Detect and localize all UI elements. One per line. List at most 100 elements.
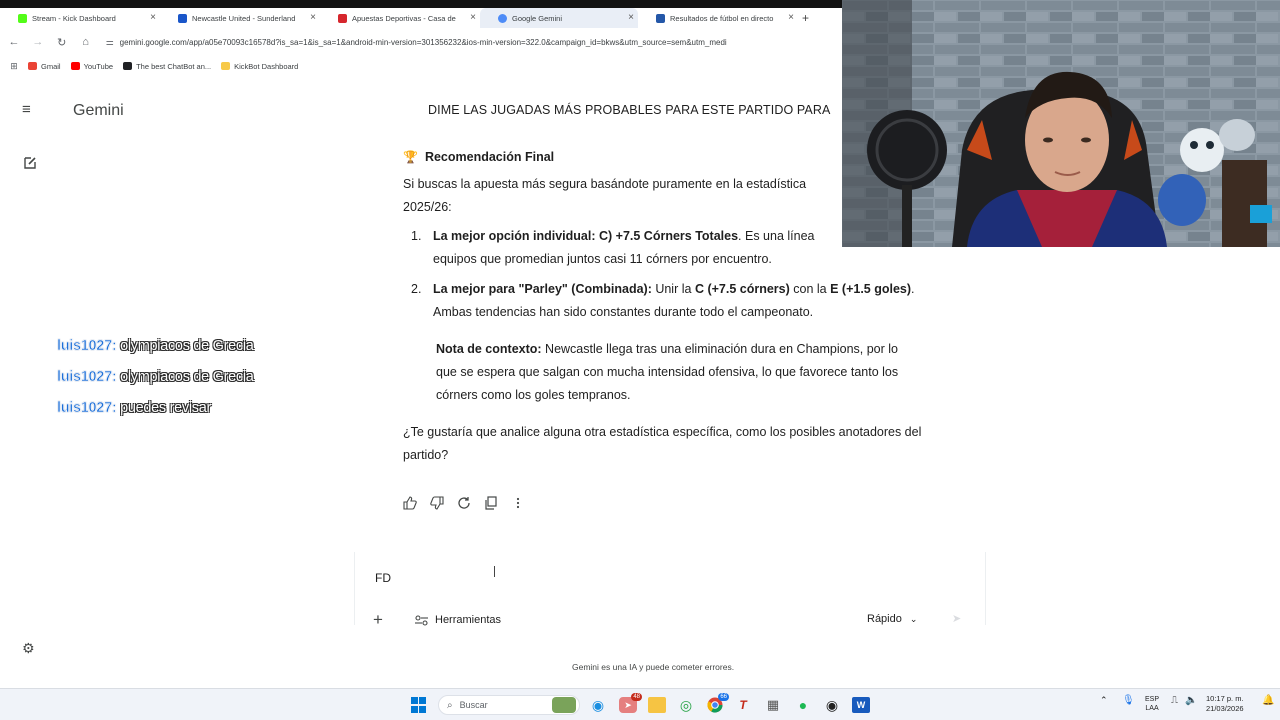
item-bold-text: La mejor para "Parley" (Combinada): [433, 282, 652, 296]
settings-gear-icon[interactable]: ⚙ [22, 640, 38, 656]
tab-apuestas[interactable]: Apuestas Deportivas - Casa de × [320, 8, 480, 28]
tab-title: Resultados de fútbol en directo [670, 13, 774, 23]
close-icon[interactable]: × [788, 12, 794, 23]
address-bar-row: ← → ↻ ⌂ ⚌ gemini.google.com/app/a05e7009… [0, 28, 842, 56]
gemini-icon [498, 14, 507, 23]
tab-resultados[interactable]: Resultados de fútbol en directo × [638, 8, 798, 28]
item-bold-text: E (+1.5 goles) [830, 282, 912, 296]
language-code: ESP [1145, 696, 1160, 703]
close-icon[interactable]: × [310, 12, 316, 23]
spotify-icon[interactable]: ● [794, 697, 812, 713]
stream-chat-overlay: luis1027: olympiacos de Grecia luis1027:… [57, 337, 254, 430]
tab-gemini[interactable]: Google Gemini × [480, 8, 638, 28]
gmail-icon [28, 62, 37, 70]
regenerate-icon[interactable] [450, 494, 477, 512]
reload-icon[interactable]: ↻ [50, 36, 74, 49]
chevron-down-icon: ⌄ [909, 613, 918, 624]
forward-icon[interactable]: → [26, 36, 50, 48]
closing-question: ¿Te gustaría que analice alguna otra est… [403, 421, 978, 467]
betting-site-icon [338, 14, 347, 23]
list-item: 2. La mejor para "Parley" (Combinada): U… [403, 278, 978, 324]
calculator-icon[interactable]: ▦ [764, 697, 782, 713]
edge-browser-icon[interactable]: ◉ [589, 697, 607, 713]
thumbs-up-icon[interactable] [396, 494, 423, 512]
chat-username: luis1027: [57, 338, 117, 355]
close-icon[interactable]: × [628, 12, 634, 23]
keyboard-layout: LAA [1145, 705, 1159, 712]
apps-grid-icon[interactable]: ⊞ [0, 61, 28, 72]
youtube-icon [70, 62, 80, 70]
language-indicator[interactable]: ESP LAA [1145, 695, 1159, 713]
webcam-feed [842, 0, 1280, 247]
volume-icon[interactable]: 🔈 [1185, 695, 1197, 706]
hamburger-menu-icon[interactable]: ≡ [22, 102, 38, 118]
send-icon[interactable]: ➤ [952, 612, 961, 625]
url-field[interactable]: ⚌ gemini.google.com/app/a05e70093c16578d… [106, 37, 842, 48]
bookmark-gmail[interactable]: Gmail [28, 62, 61, 71]
close-icon[interactable]: × [470, 12, 476, 23]
whatsapp-icon[interactable]: ◎ [677, 697, 695, 713]
clock-date: 21/03/2026 [1206, 704, 1244, 713]
messaging-app-icon[interactable]: ➤ 48 [619, 693, 642, 713]
response-actions [396, 494, 531, 512]
chatbot-icon [123, 62, 133, 70]
url-text: gemini.google.com/app/a05e70093c16578d?i… [119, 37, 727, 47]
new-tab-button[interactable]: + [798, 11, 809, 25]
add-attachment-button[interactable]: + [373, 611, 383, 628]
home-icon[interactable]: ⌂ [74, 36, 98, 48]
item-text: con la [789, 282, 831, 296]
widgets-icon[interactable] [552, 697, 576, 713]
prompt-composer[interactable]: FD + Herramientas Rápido ⌄ ➤ [354, 552, 986, 628]
notifications-icon[interactable]: 🔔 [1262, 695, 1274, 706]
bookmark-label: The best ChatBot an... [136, 61, 212, 71]
text-editor-icon[interactable]: T [734, 697, 752, 713]
chat-message: luis1027: olympiacos de Grecia [57, 368, 254, 399]
close-icon[interactable]: × [150, 12, 156, 23]
bookmark-youtube[interactable]: YouTube [70, 61, 114, 71]
conversation-title: DIME LAS JUGADAS MÁS PROBABLES PARA ESTE… [428, 103, 831, 117]
prompt-input[interactable]: FD [375, 571, 391, 585]
chevron-up-icon[interactable]: ⌃ [1100, 695, 1108, 706]
kickbot-icon [221, 62, 231, 70]
new-chat-icon[interactable] [22, 155, 38, 171]
thumbs-down-icon[interactable] [423, 494, 450, 512]
item-text: . [911, 282, 915, 296]
windows-start-icon[interactable] [411, 697, 427, 713]
tab-title: Google Gemini [512, 13, 563, 23]
list-number: 1. [411, 229, 422, 243]
context-note: Nota de contexto: Newcastle llega tras u… [436, 338, 946, 407]
site-info-icon[interactable]: ⚌ [106, 37, 114, 48]
paper-plane-icon: ➤ [624, 699, 632, 710]
intro-line-1: Si buscas la apuesta más segura basándot… [403, 177, 807, 191]
closing-line-2: partido? [403, 448, 449, 462]
obs-icon[interactable]: ◉ [823, 697, 841, 713]
app-title: Gemini [73, 102, 124, 119]
model-mode-selector[interactable]: Rápido ⌄ [867, 613, 917, 625]
note-text: córners como los goles tempranos. [436, 388, 631, 402]
word-icon[interactable]: W [852, 697, 870, 713]
system-clock[interactable]: 10:17 p. m. 21/03/2026 [1206, 694, 1244, 714]
list-number: 2. [411, 282, 422, 296]
item-text: Unir la [651, 282, 695, 296]
tab-newcastle-sunderland[interactable]: Newcastle United - Sunderland × [160, 8, 320, 28]
bookmark-kickbot[interactable]: KickBot Dashboard [221, 62, 298, 71]
tab-kick-dashboard[interactable]: Stream - Kick Dashboard × [0, 8, 160, 28]
network-icon[interactable]: ⎍ [1171, 695, 1178, 706]
mode-label: Rápido [867, 613, 902, 625]
disclaimer-text: Gemini es una IA y puede cometer errores… [572, 662, 735, 672]
tab-strip: Stream - Kick Dashboard × Newcastle Unit… [0, 8, 842, 28]
microphone-icon[interactable]: 🎙 [1122, 695, 1135, 706]
bookmark-chatbot[interactable]: The best ChatBot an... [123, 62, 211, 71]
chat-text: puedes revisar [120, 400, 212, 416]
more-options-icon[interactable] [504, 494, 531, 512]
item-text: equipos que promedian juntos casi 11 cór… [433, 252, 772, 266]
tools-button[interactable]: Herramientas [415, 614, 501, 626]
note-text: Newcastle llega tras una eliminación dur… [541, 342, 899, 356]
bookmark-label: YouTube [83, 61, 114, 71]
back-icon[interactable]: ← [2, 36, 26, 48]
file-explorer-icon[interactable] [648, 697, 666, 713]
copy-icon[interactable] [477, 494, 504, 512]
tab-title: Apuestas Deportivas - Casa de [352, 13, 456, 23]
chrome-icon[interactable]: 66 [706, 693, 729, 713]
clock-time: 10:17 p. m. [1206, 694, 1244, 703]
